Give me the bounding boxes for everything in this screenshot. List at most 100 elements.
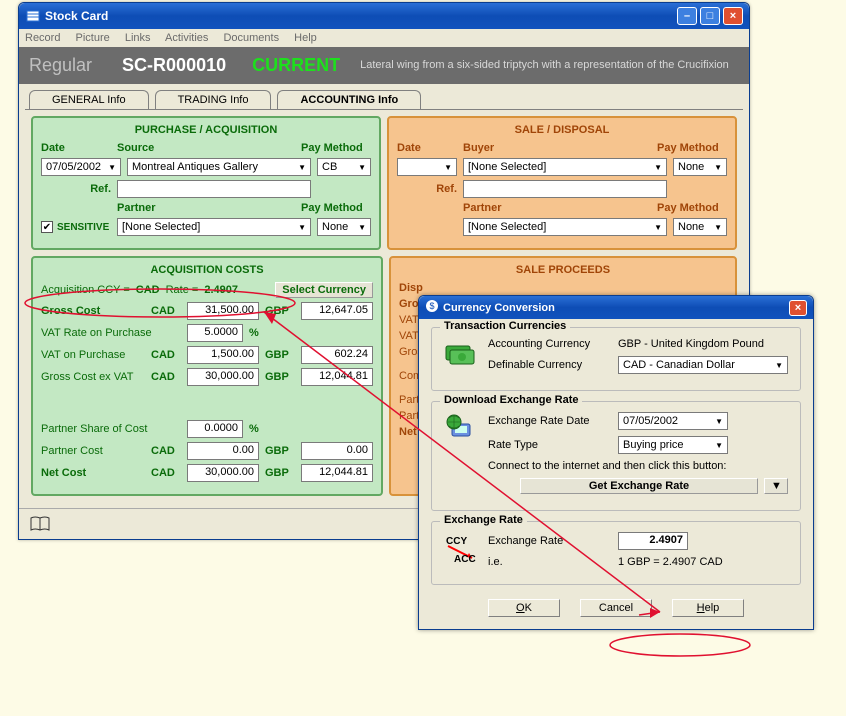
help-button[interactable]: Help [672, 599, 744, 617]
dropdown-arrow-icon: ▼ [298, 163, 306, 172]
dropdown-arrow-icon: ▼ [654, 223, 662, 232]
rate-type-label: Rate Type [488, 439, 608, 451]
dialog-title: Currency Conversion [443, 302, 786, 314]
exchange-rate-field[interactable]: 2.4907 [618, 532, 688, 550]
purchase-source-field[interactable]: Montreal Antiques Gallery▼ [127, 158, 311, 176]
sp-part2-label: Part [399, 410, 419, 422]
sale-paymethod2-field[interactable]: None▼ [673, 218, 727, 236]
gross-cost-label: Gross Cost [41, 305, 145, 317]
sensitive-checkbox[interactable]: ✔ [41, 221, 53, 233]
tab-accounting[interactable]: ACCOUNTING Info [277, 90, 421, 109]
def-currency-field[interactable]: CAD - Canadian Dollar▼ [618, 356, 788, 374]
menu-picture[interactable]: Picture [76, 32, 110, 44]
gross-cost-gbp-field[interactable]: 12,647.05 [301, 302, 373, 320]
vat-on-gbp-field[interactable]: 602.24 [301, 346, 373, 364]
header-status: CURRENT [252, 55, 340, 76]
purchase-date-field[interactable]: 07/05/2002▼ [41, 158, 121, 176]
dialog-buttons: OK Cancel Help [431, 595, 801, 617]
download-rate-fieldset: Download Exchange Rate Exchange Rate Dat… [431, 401, 801, 511]
tab-trading[interactable]: TRADING Info [155, 90, 272, 109]
header-code: SC-R000010 [122, 55, 226, 76]
gross-cost-cad-field[interactable]: 31,500.00 [187, 302, 259, 320]
purchase-ref-field[interactable] [117, 180, 311, 198]
main-titlebar[interactable]: Stock Card – □ × [19, 3, 749, 29]
menu-documents[interactable]: Documents [223, 32, 279, 44]
select-currency-button[interactable]: Select Currency [275, 282, 373, 298]
menu-links[interactable]: Links [125, 32, 151, 44]
sp-vat-label: VAT [399, 314, 419, 326]
minimize-button[interactable]: – [677, 7, 697, 25]
maximize-button[interactable]: □ [700, 7, 720, 25]
ccy-acc-icon: CCY ACC [444, 532, 476, 574]
purchase-partner-field[interactable]: [None Selected]▼ [117, 218, 311, 236]
purchase-panel: PURCHASE / ACQUISITION Date Source Pay M… [31, 116, 381, 250]
svg-text:CCY: CCY [446, 536, 467, 547]
purchase-ref-label: Ref. [90, 183, 111, 195]
purchase-paymethod-field[interactable]: CB▼ [317, 158, 371, 176]
partner-share-field[interactable]: 0.0000 [187, 420, 243, 438]
menu-record[interactable]: Record [25, 32, 60, 44]
net-cost-cad-field[interactable]: 30,000.00 [187, 464, 259, 482]
dropdown-arrow-icon: ▼ [108, 163, 116, 172]
vat-on-cad-field[interactable]: 1,500.00 [187, 346, 259, 364]
currency-icon: $ [425, 299, 439, 316]
menu-help[interactable]: Help [294, 32, 317, 44]
book-icon[interactable] [29, 516, 51, 532]
acq-rate-value: 2.4907 [204, 284, 238, 296]
connect-text: Connect to the internet and then click t… [488, 460, 726, 472]
net-cost-gbp-field[interactable]: 12,044.81 [301, 464, 373, 482]
acq-rate-text: Rate = [166, 284, 199, 296]
rate-options-button[interactable]: ▼ [764, 478, 788, 494]
transaction-currencies-legend: Transaction Currencies [440, 320, 570, 332]
cancel-button[interactable]: Cancel [580, 599, 652, 617]
sale-paymethod-field[interactable]: None▼ [673, 158, 727, 176]
sale-title: SALE / DISPOSAL [397, 124, 727, 136]
menu-activities[interactable]: Activities [165, 32, 208, 44]
ok-button[interactable]: OK [488, 599, 560, 617]
dialog-titlebar[interactable]: $ Currency Conversion × [419, 296, 813, 319]
purchase-paymethod2-field[interactable]: None▼ [317, 218, 371, 236]
exrate-date-field[interactable]: 07/05/2002▼ [618, 412, 728, 430]
purchase-title: PURCHASE / ACQUISITION [41, 124, 371, 136]
rate-type-field[interactable]: Buying price▼ [618, 436, 728, 454]
vat-on-label: VAT on Purchase [41, 349, 145, 361]
dropdown-arrow-icon: ▼ [444, 163, 452, 172]
sp-part-label: Part [399, 394, 419, 406]
partner-share-label: Partner Share of Cost [41, 423, 181, 435]
acq-costs-title: ACQUISITION COSTS [41, 264, 373, 276]
menubar: Record Picture Links Activities Document… [19, 29, 749, 47]
dropdown-arrow-icon: ▼ [358, 163, 366, 172]
money-icon [444, 338, 476, 380]
purchase-source-label: Source [117, 142, 154, 154]
def-currency-label: Definable Currency [488, 359, 608, 371]
sp-disp-label: Disp [399, 282, 423, 294]
window-title: Stock Card [45, 9, 674, 23]
net-cost-label: Net Cost [41, 467, 145, 479]
dropdown-arrow-icon: ▼ [775, 361, 783, 370]
partner-cost-cad-field[interactable]: 0.00 [187, 442, 259, 460]
sale-panel: SALE / DISPOSAL Date Buyer Pay Method ▼ … [387, 116, 737, 250]
dropdown-arrow-icon: ▼ [714, 223, 722, 232]
sp-net-label: Net [399, 426, 417, 438]
sale-buyer-field[interactable]: [None Selected]▼ [463, 158, 667, 176]
sale-partner-field[interactable]: [None Selected]▼ [463, 218, 667, 236]
vat-rate-field[interactable]: 5.0000 [187, 324, 243, 342]
transaction-currencies-fieldset: Transaction Currencies Accounting Curren… [431, 327, 801, 391]
exchange-rate-label: Exchange Rate [488, 535, 608, 547]
partner-cost-gbp-field[interactable]: 0.00 [301, 442, 373, 460]
ie-label: i.e. [488, 556, 608, 568]
dropdown-arrow-icon: ▼ [715, 441, 723, 450]
gross-ex-cad-field[interactable]: 30,000.00 [187, 368, 259, 386]
acquisition-costs-panel: ACQUISITION COSTS Acquisition CCY = CAD … [31, 256, 383, 496]
dropdown-arrow-icon: ▼ [714, 163, 722, 172]
get-exchange-rate-button[interactable]: Get Exchange Rate [520, 478, 758, 494]
acc-currency-value: GBP - United Kingdom Pound [618, 338, 764, 350]
tab-general[interactable]: GENERAL Info [29, 90, 149, 109]
sale-date-field[interactable]: ▼ [397, 158, 457, 176]
close-button[interactable]: × [723, 7, 743, 25]
gross-ex-gbp-field[interactable]: 12,044.81 [301, 368, 373, 386]
dialog-close-button[interactable]: × [789, 300, 807, 316]
sale-ref-field[interactable] [463, 180, 667, 198]
svg-text:ACC: ACC [454, 554, 476, 564]
purchase-date-label: Date [41, 142, 65, 154]
